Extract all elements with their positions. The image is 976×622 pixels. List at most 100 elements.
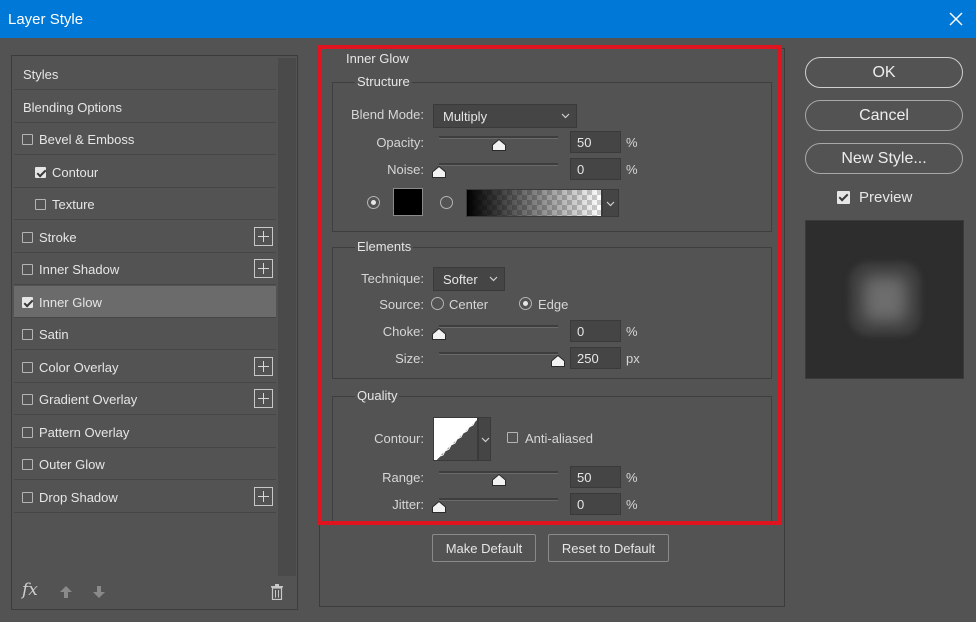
source-label: Source: xyxy=(379,297,424,312)
style-enable-checkbox[interactable] xyxy=(22,231,33,243)
add-effect-icon[interactable] xyxy=(254,259,273,278)
source-edge-radio[interactable] xyxy=(519,297,532,310)
structure-title: Structure xyxy=(355,74,412,89)
fx-button[interactable]: fx xyxy=(22,580,38,600)
style-enable-checkbox[interactable] xyxy=(22,264,33,275)
blend-mode-value: Multiply xyxy=(443,109,488,124)
range-unit: % xyxy=(626,470,638,485)
styles-list-item[interactable]: Texture xyxy=(14,188,276,220)
choke-unit: % xyxy=(626,324,638,339)
size-input[interactable]: 250 xyxy=(570,347,621,369)
size-slider-track[interactable] xyxy=(439,352,558,355)
gradient-radio[interactable] xyxy=(440,196,453,209)
choke-slider-track[interactable] xyxy=(439,325,558,328)
noise-unit: % xyxy=(626,162,638,177)
contour-label: Contour: xyxy=(374,431,424,446)
styles-list-item-label: Satin xyxy=(39,327,69,342)
chevron-down-icon xyxy=(481,437,490,443)
styles-list-item-label: Stroke xyxy=(39,229,77,245)
add-effect-icon[interactable] xyxy=(254,356,273,376)
styles-list-item[interactable]: Color Overlay xyxy=(14,351,276,383)
jitter-slider-thumb[interactable] xyxy=(432,501,446,513)
contour-dropdown-button[interactable] xyxy=(478,417,491,461)
solid-color-radio[interactable] xyxy=(367,196,380,209)
ok-button[interactable]: OK xyxy=(805,57,963,88)
chevron-down-icon xyxy=(489,276,498,282)
styles-list-item-label: Gradient Overlay xyxy=(39,392,138,407)
gradient-dropdown-button[interactable] xyxy=(602,189,619,217)
move-up-icon[interactable] xyxy=(59,585,73,599)
style-enable-checkbox[interactable] xyxy=(22,491,33,503)
styles-list-item[interactable]: Blending Options xyxy=(14,91,276,123)
style-enable-checkbox[interactable] xyxy=(35,199,46,210)
new-style-button[interactable]: New Style... xyxy=(805,143,963,174)
style-enable-checkbox[interactable] xyxy=(22,134,33,145)
make-default-button[interactable]: Make Default xyxy=(432,534,536,562)
styles-list-toolbar: fx xyxy=(12,575,297,609)
jitter-input[interactable]: 0 xyxy=(570,493,621,515)
opacity-slider-thumb[interactable] xyxy=(491,139,506,151)
move-down-icon[interactable] xyxy=(92,585,106,599)
jitter-unit: % xyxy=(626,497,638,512)
close-icon[interactable] xyxy=(946,9,966,29)
styles-list-item-label: Inner Glow xyxy=(39,294,102,310)
style-enable-checkbox[interactable] xyxy=(22,394,33,405)
styles-list-scrollbar[interactable] xyxy=(278,58,296,576)
noise-input[interactable]: 0 xyxy=(570,158,621,180)
technique-dropdown[interactable]: Softer xyxy=(433,267,505,291)
blend-mode-dropdown[interactable]: Multiply xyxy=(433,104,577,128)
styles-list-item[interactable]: Gradient Overlay xyxy=(14,383,276,415)
size-slider-thumb[interactable] xyxy=(551,355,565,367)
window-title: Layer Style xyxy=(8,11,84,28)
glow-gradient-picker[interactable] xyxy=(466,189,602,217)
style-enable-checkbox[interactable] xyxy=(22,459,33,470)
range-slider-thumb[interactable] xyxy=(491,474,506,486)
add-effect-icon[interactable] xyxy=(254,389,273,408)
noise-slider-thumb[interactable] xyxy=(432,166,446,178)
reset-to-default-button[interactable]: Reset to Default xyxy=(548,534,669,562)
style-enable-checkbox[interactable] xyxy=(22,296,33,308)
source-edge-label: Edge xyxy=(538,297,569,312)
styles-list-item[interactable]: Outer Glow xyxy=(14,448,276,480)
styles-list-item[interactable]: Stroke xyxy=(14,221,276,253)
contour-picker[interactable] xyxy=(433,417,478,461)
trash-icon[interactable] xyxy=(270,584,284,600)
add-effect-icon[interactable] xyxy=(254,226,273,246)
preview-checkbox[interactable] xyxy=(837,191,850,204)
range-input[interactable]: 50 xyxy=(570,466,621,488)
styles-list-item[interactable]: Drop Shadow xyxy=(14,481,276,513)
style-enable-checkbox[interactable] xyxy=(22,426,33,438)
styles-list-item[interactable]: Contour xyxy=(14,156,276,188)
choke-slider-thumb[interactable] xyxy=(432,328,446,340)
source-center-radio[interactable] xyxy=(431,297,444,310)
jitter-label: Jitter: xyxy=(392,497,424,512)
choke-input[interactable]: 0 xyxy=(570,320,621,342)
source-center-label: Center xyxy=(449,297,489,312)
style-enable-checkbox[interactable] xyxy=(22,361,33,373)
glow-color-swatch[interactable] xyxy=(393,188,423,216)
opacity-input[interactable]: 50 xyxy=(570,131,621,153)
noise-label: Noise: xyxy=(387,162,424,177)
elements-title: Elements xyxy=(355,239,414,254)
style-enable-checkbox[interactable] xyxy=(35,166,46,178)
anti-aliased-checkbox[interactable] xyxy=(507,432,518,443)
styles-list-item[interactable]: Bevel & Emboss xyxy=(14,123,276,155)
noise-slider-track[interactable] xyxy=(439,163,558,166)
styles-list-item[interactable]: Styles xyxy=(14,58,276,90)
inner-glow-title: Inner Glow xyxy=(344,51,411,66)
styles-list-item[interactable]: Pattern Overlay xyxy=(14,416,276,448)
size-label: Size: xyxy=(395,351,424,366)
jitter-slider-track[interactable] xyxy=(439,498,558,501)
add-effect-icon[interactable] xyxy=(254,486,273,506)
opacity-unit: % xyxy=(626,135,638,150)
styles-list-item[interactable]: Satin xyxy=(14,318,276,350)
styles-list-item-label: Blending Options xyxy=(23,99,123,115)
styles-list-item[interactable]: Inner Glow xyxy=(14,285,276,318)
cancel-button[interactable]: Cancel xyxy=(805,100,963,131)
blend-mode-label: Blend Mode: xyxy=(351,107,424,122)
style-enable-checkbox[interactable] xyxy=(22,329,33,340)
styles-list-item[interactable]: Inner Shadow xyxy=(14,253,276,285)
technique-value: Softer xyxy=(443,272,478,287)
style-preview-thumbnail xyxy=(805,220,964,379)
contour-curve-icon xyxy=(435,418,477,460)
